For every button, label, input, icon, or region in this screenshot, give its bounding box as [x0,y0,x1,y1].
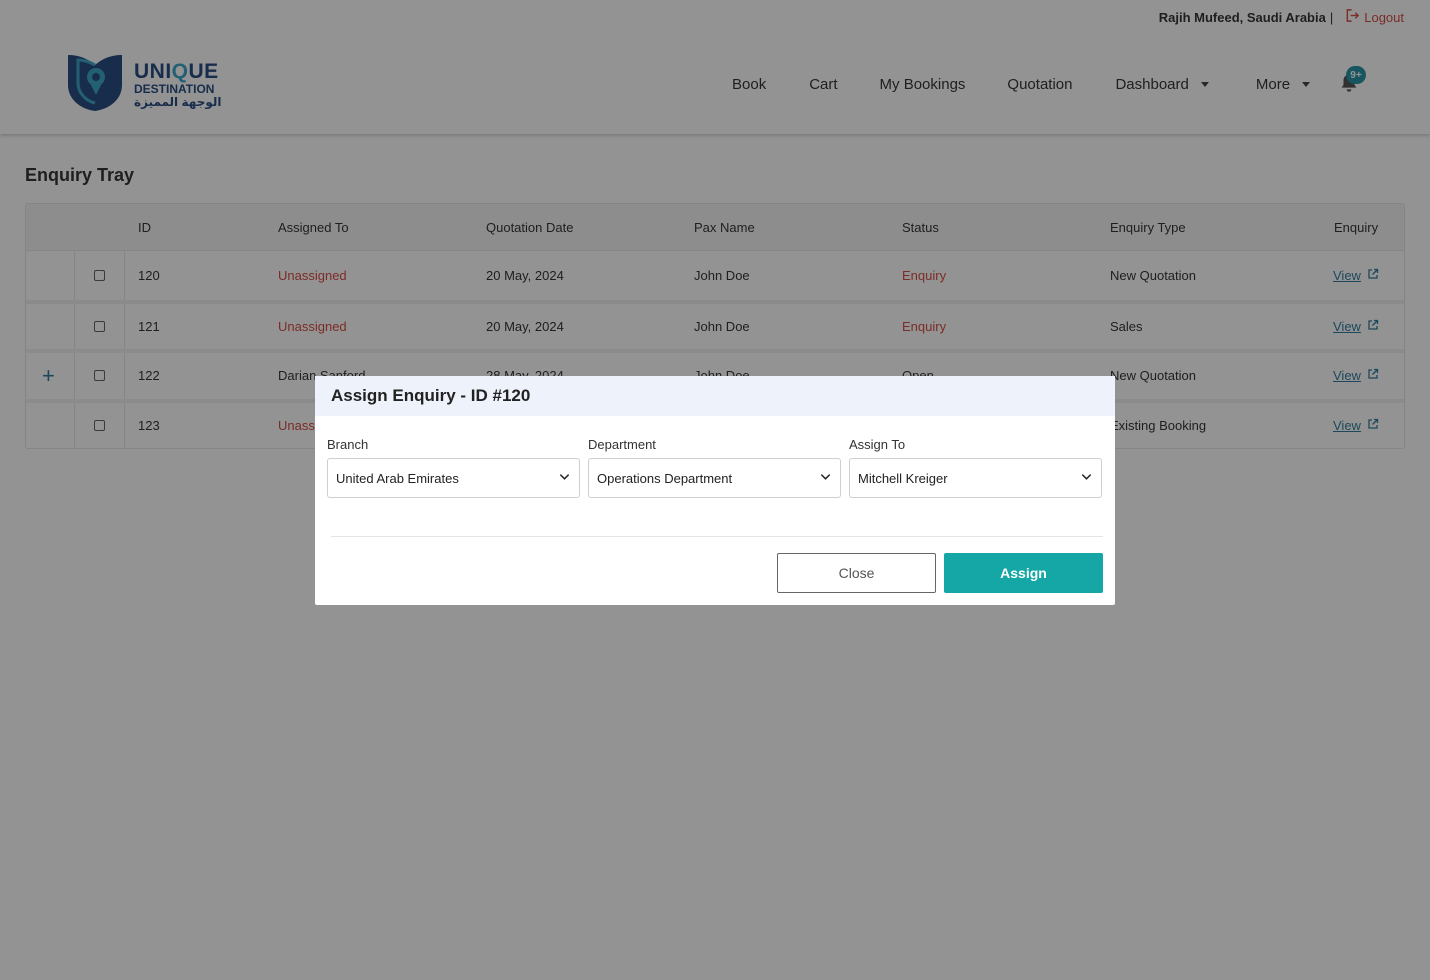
department-field: Department Operations Department [588,437,841,498]
branch-value: United Arab Emirates [336,470,459,486]
modal-title: Assign Enquiry - ID #120 [315,376,1115,416]
assign-to-label: Assign To [849,437,906,452]
department-label: Department [588,437,656,452]
assign-to-value: Mitchell Kreiger [858,470,948,486]
chevron-down-icon [558,470,571,486]
branch-field: Branch United Arab Emirates [327,437,580,498]
chevron-down-icon [1080,470,1093,486]
chevron-down-icon [819,470,832,486]
assign-to-field: Assign To Mitchell Kreiger [849,437,1102,498]
assign-to-select[interactable]: Mitchell Kreiger [849,458,1102,498]
department-value: Operations Department [597,470,733,486]
department-select[interactable]: Operations Department [588,458,841,498]
modal-divider [331,536,1103,537]
close-button[interactable]: Close [777,553,936,593]
assign-button[interactable]: Assign [944,553,1103,593]
branch-label: Branch [327,437,369,452]
branch-select[interactable]: United Arab Emirates [327,458,580,498]
modal-fields: Branch United Arab Emirates Department O… [327,437,1102,498]
assign-enquiry-modal: Assign Enquiry - ID #120 Branch United A… [315,376,1115,605]
